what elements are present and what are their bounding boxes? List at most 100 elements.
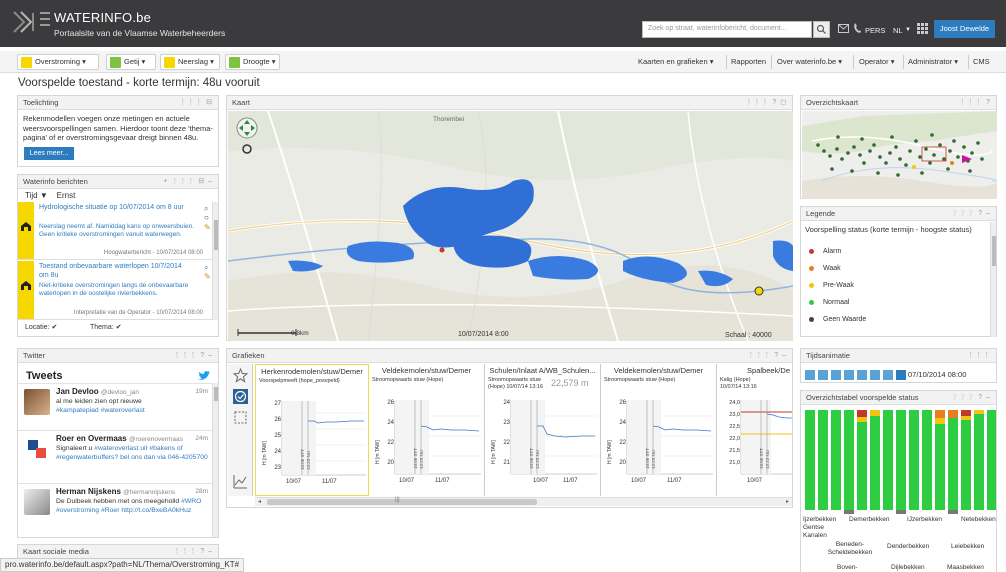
bekken-label[interactable]: Beneden-Scheldebekken xyxy=(827,541,873,556)
site-title[interactable]: WATERINFO.be xyxy=(54,10,151,25)
tweet-item[interactable]: Jan Devloo @devloo_jan 19m al me leiden … xyxy=(18,383,218,429)
message-title[interactable]: Toestand onbevaarbare waterlopen 10/7/20… xyxy=(39,263,189,280)
graph-title[interactable]: Spalbeek/De xyxy=(717,366,792,375)
avatar[interactable] xyxy=(24,489,50,515)
nav-over-waterinfo[interactable]: Over waterinfo.be ▾ xyxy=(777,57,842,66)
edit-icon[interactable]: ✎ xyxy=(204,223,211,232)
message-title[interactable]: Hydrologische situatie op 10/07/2014 om … xyxy=(39,204,189,213)
theme-overstroming-tab[interactable]: Overstroming ▾ xyxy=(17,54,99,70)
overview-map[interactable] xyxy=(802,111,997,199)
scrollbar-thumb[interactable] xyxy=(992,236,996,266)
bekken-label[interactable]: Boven- xyxy=(837,564,858,571)
end-button[interactable] xyxy=(883,370,893,380)
status-bar-chart[interactable] xyxy=(802,406,997,514)
nav-administrator[interactable]: Administrator ▾ xyxy=(908,57,958,66)
theme-neerslag-tab[interactable]: Neerslag ▾ xyxy=(160,54,220,70)
calendar-icon[interactable] xyxy=(896,370,906,380)
bekken-label[interactable]: Denderbekken xyxy=(887,543,929,550)
pause-button[interactable] xyxy=(831,370,841,380)
location-icon[interactable]: ○ xyxy=(204,213,209,222)
panel-tools-icon[interactable]: + ⋮⋮⋮ ⊟ – xyxy=(163,175,213,189)
nav-kaarten-en-grafieken[interactable]: Kaarten en grafieken ▾ xyxy=(638,57,714,66)
graph-title[interactable]: Veldekemolen/stuw/Demer xyxy=(369,366,484,375)
phone-icon[interactable] xyxy=(853,23,861,34)
message-item[interactable]: Toestand onbevaarbare waterlopen 10/7/20… xyxy=(18,261,219,320)
tweet-item[interactable]: Herman Nijskens @hermannijskens 28m De D… xyxy=(18,483,218,537)
mail-icon[interactable] xyxy=(838,24,849,33)
avatar[interactable] xyxy=(24,436,50,462)
graph-card[interactable]: Veldekemolen/stuw/Demer Stroomopwaarts s… xyxy=(601,364,717,496)
checkbox-check-icon[interactable]: ✔ xyxy=(51,324,57,331)
scrollbar-thumb[interactable]: ||| xyxy=(267,497,537,505)
scroll-left-icon[interactable]: ◂ xyxy=(258,498,261,505)
theme-getij-tab[interactable]: Getij ▾ xyxy=(106,54,156,70)
twitter-bird-icon[interactable] xyxy=(198,371,210,381)
edit-icon[interactable]: ✎ xyxy=(204,272,211,281)
language-chevron-icon[interactable]: ▼ xyxy=(905,27,911,33)
user-button[interactable]: Joost Dewelde xyxy=(934,20,995,38)
graphs-horizontal-scrollbar[interactable]: ◂ ||| ▸ xyxy=(255,497,792,506)
graph-card[interactable]: Schulen/Inlaat A/WB_Schulen... Stroomopw… xyxy=(485,364,601,496)
legend-scrollbar[interactable] xyxy=(990,222,996,337)
panel-tools-icon[interactable]: ⋮⋮⋮ ⊟ xyxy=(179,96,213,110)
scrollbar-thumb[interactable] xyxy=(214,387,218,401)
bekken-label[interactable]: Dijlebekken xyxy=(891,564,925,571)
play-back-button[interactable] xyxy=(818,370,828,380)
graph-title[interactable]: Herkenrodemolen/stuw/Demer xyxy=(256,367,368,376)
language-selector[interactable]: NL xyxy=(893,26,903,35)
tweets-scrollbar[interactable] xyxy=(212,383,218,537)
panel-tools-icon[interactable]: ⋮⋮⋮ ? – xyxy=(173,349,213,363)
tweet-author[interactable]: Herman Nijskens @hermannijskens xyxy=(56,487,175,496)
tweet-author[interactable]: Jan Devloo @devloo_jan xyxy=(56,387,139,396)
select-area-icon[interactable] xyxy=(233,410,248,425)
panel-tools-icon[interactable]: ⋮⋮⋮ ? – xyxy=(173,545,213,559)
graph-card[interactable]: Spalbeek/De Kalig (Hope) 10/07/14 13:16 … xyxy=(717,364,792,496)
scroll-right-icon[interactable]: ▸ xyxy=(786,498,789,505)
map-canvas[interactable] xyxy=(228,111,793,341)
bekken-label[interactable]: Maasbekken xyxy=(947,564,984,571)
theme-droogte-tab[interactable]: Droogte ▾ xyxy=(225,54,280,70)
bekken-label[interactable]: Demerbekken xyxy=(849,516,889,523)
panel-tools-icon[interactable]: ⋮⋮⋮ ? xyxy=(959,96,991,110)
filter-locatie[interactable]: Locatie: ✔ xyxy=(25,323,57,331)
fast-forward-button[interactable] xyxy=(870,370,880,380)
panel-tools-icon[interactable]: ⋮⋮⋮ ? – xyxy=(951,391,991,405)
tweet-author[interactable]: Roer en Overmaas @roerenovermaas xyxy=(56,434,183,443)
nav-cms[interactable]: CMS xyxy=(973,57,990,66)
messages-scrollbar[interactable] xyxy=(212,202,218,320)
bekken-label[interactable]: Netebekken xyxy=(961,516,996,523)
bekken-label[interactable]: IJzerbekken xyxy=(907,516,942,523)
search-input[interactable]: Zoek op straat, waterinfobericht, docume… xyxy=(642,21,812,38)
graph-title[interactable]: Veldekemolen/stuw/Demer xyxy=(601,366,716,375)
graph-card[interactable]: Veldekemolen/stuw/Demer Stroomopwaarts s… xyxy=(369,364,485,496)
lees-meer-button[interactable]: Lees meer... xyxy=(24,147,74,160)
message-item[interactable]: Hydrologische situatie op 10/07/2014 om … xyxy=(18,202,219,260)
panel-tools-icon[interactable]: ⋮⋮⋮ ? – xyxy=(747,349,787,363)
bekken-label[interactable]: Gentse xyxy=(803,524,824,531)
panel-tools-icon[interactable]: ⋮⋮⋮ ? ◻ xyxy=(745,96,787,110)
apps-grid-icon[interactable] xyxy=(917,23,928,34)
map-navigation-icon[interactable] xyxy=(234,115,260,155)
bekken-label[interactable]: Kanalen xyxy=(803,532,827,539)
step-forward-button[interactable] xyxy=(857,370,867,380)
map-pan-control[interactable] xyxy=(234,115,260,157)
graph-card[interactable]: Herkenrodemolen/stuw/Demer Voorspelpmeef… xyxy=(255,364,369,496)
graph-title[interactable]: Schulen/Inlaat A/WB_Schulen... xyxy=(485,366,600,375)
filter-thema[interactable]: Thema: ✔ xyxy=(90,323,122,331)
panel-tools-icon[interactable]: ⋮⋮⋮ xyxy=(967,349,991,363)
bekken-label[interactable]: Ijzerbekken xyxy=(803,516,836,523)
check-circle-icon[interactable] xyxy=(233,389,248,404)
checkbox-check-icon[interactable]: ✔ xyxy=(116,324,122,331)
panel-tools-icon[interactable]: ⋮⋮⋮ ? – xyxy=(951,207,991,221)
nav-rapporten[interactable]: Rapporten xyxy=(731,57,766,66)
search-button[interactable] xyxy=(813,21,830,38)
sort-ernst-button[interactable]: Ernst xyxy=(57,191,76,200)
step-back-button[interactable] xyxy=(805,370,815,380)
sort-tijd-button[interactable]: Tijd ▼ xyxy=(25,191,48,200)
nav-operator[interactable]: Operator ▾ xyxy=(859,57,894,66)
flood-map[interactable]: Thorembei 0.8km 10/07/2014 8:00 Schaal :… xyxy=(228,111,793,341)
chart-line-icon[interactable] xyxy=(233,474,248,489)
pers-link[interactable]: PERS xyxy=(865,26,885,35)
star-icon[interactable] xyxy=(233,368,248,383)
scrollbar-thumb[interactable] xyxy=(214,220,218,250)
